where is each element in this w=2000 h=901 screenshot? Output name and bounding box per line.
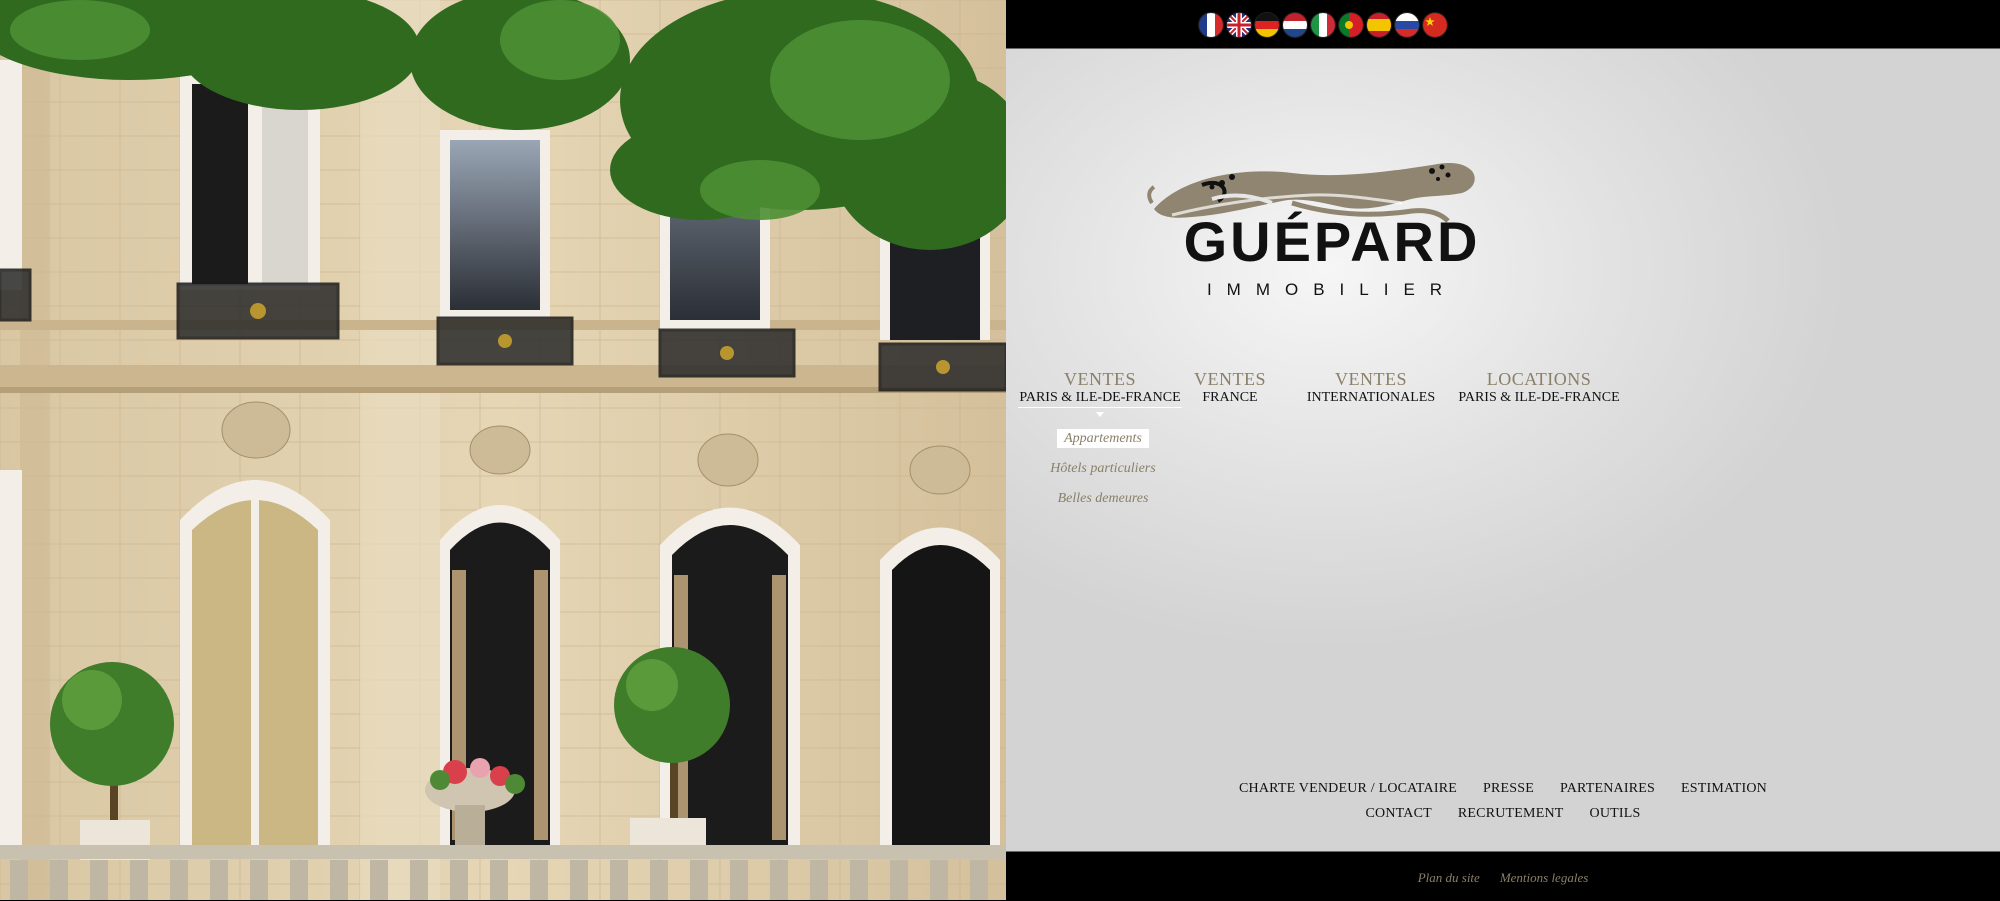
nav-ventes-paris[interactable]: VENTES PARIS & ILE-DE-FRANCE bbox=[1018, 369, 1182, 417]
link-recrutement[interactable]: RECRUTEMENT bbox=[1458, 806, 1564, 822]
submenu-label: Hôtels particuliers bbox=[1050, 461, 1156, 476]
nav-sublabel: FRANCE bbox=[1202, 390, 1258, 405]
link-charte[interactable]: CHARTE VENDEUR / LOCATAIRE bbox=[1239, 781, 1457, 797]
submenu: Appartements Hôtels particuliers Belles … bbox=[1038, 429, 1168, 519]
logo-name: GUÉPARD bbox=[1184, 210, 1481, 273]
cheetah-logo-icon: GUÉPARD IMMOBILIER bbox=[1147, 163, 1481, 299]
nav-label: VENTES bbox=[1064, 369, 1136, 389]
flag-russia-icon[interactable] bbox=[1395, 13, 1419, 37]
submenu-label: Belles demeures bbox=[1057, 491, 1149, 506]
submenu-item-hotels-particuliers[interactable]: Hôtels particuliers bbox=[1038, 459, 1168, 479]
flag-china-icon[interactable] bbox=[1423, 13, 1447, 37]
language-bar bbox=[1006, 0, 2000, 49]
flag-portugal-icon[interactable] bbox=[1339, 13, 1363, 37]
submenu-item-appartements[interactable]: Appartements bbox=[1038, 429, 1168, 449]
nav-ventes-internationales[interactable]: VENTES INTERNATIONALES bbox=[1288, 369, 1454, 406]
submenu-label: Appartements bbox=[1057, 429, 1149, 448]
nav-label: VENTES bbox=[1194, 369, 1266, 389]
flag-uk-icon[interactable] bbox=[1227, 13, 1251, 37]
hero-photo bbox=[0, 0, 1006, 900]
link-contact[interactable]: CONTACT bbox=[1365, 806, 1431, 822]
link-legal[interactable]: Mentions legales bbox=[1500, 870, 1588, 886]
site-logo[interactable]: GUÉPARD IMMOBILIER bbox=[1142, 137, 1522, 307]
nav-label: LOCATIONS bbox=[1486, 369, 1592, 389]
flag-netherlands-icon[interactable] bbox=[1283, 13, 1307, 37]
flag-germany-icon[interactable] bbox=[1255, 13, 1279, 37]
nav-sublabel: PARIS & ILE-DE-FRANCE bbox=[1018, 390, 1182, 408]
logo-tagline: IMMOBILIER bbox=[1207, 280, 1457, 299]
flag-italy-icon[interactable] bbox=[1311, 13, 1335, 37]
footer: Plan du site Mentions legales bbox=[1006, 851, 2000, 901]
nav-label: VENTES bbox=[1335, 369, 1407, 389]
link-presse[interactable]: PRESSE bbox=[1483, 781, 1534, 797]
nav-sublabel: PARIS & ILE-DE-FRANCE bbox=[1458, 390, 1620, 405]
flag-spain-icon[interactable] bbox=[1367, 13, 1391, 37]
nav-locations-paris[interactable]: LOCATIONS PARIS & ILE-DE-FRANCE bbox=[1452, 369, 1626, 406]
submenu-item-belles-demeures[interactable]: Belles demeures bbox=[1038, 489, 1168, 509]
links-row-2: CONTACT RECRUTEMENT OUTILS bbox=[1006, 806, 2000, 822]
links-row-1: CHARTE VENDEUR / LOCATAIRE PRESSE PARTEN… bbox=[1006, 781, 2000, 797]
nav-ventes-france[interactable]: VENTES FRANCE bbox=[1192, 369, 1268, 406]
footer-links: Plan du site Mentions legales bbox=[1006, 870, 2000, 886]
link-sitemap[interactable]: Plan du site bbox=[1418, 870, 1480, 886]
main-content: GUÉPARD IMMOBILIER VENTES PARIS & ILE-DE… bbox=[1006, 49, 2000, 851]
language-flags bbox=[1199, 13, 1447, 37]
nav-sublabel: INTERNATIONALES bbox=[1306, 390, 1436, 405]
link-outils[interactable]: OUTILS bbox=[1590, 806, 1641, 822]
right-panel: GUÉPARD IMMOBILIER VENTES PARIS & ILE-DE… bbox=[1006, 0, 2000, 901]
active-indicator-icon bbox=[1096, 412, 1104, 417]
link-estimation[interactable]: ESTIMATION bbox=[1681, 781, 1767, 797]
link-partenaires[interactable]: PARTENAIRES bbox=[1560, 781, 1655, 797]
flag-france-icon[interactable] bbox=[1199, 13, 1223, 37]
